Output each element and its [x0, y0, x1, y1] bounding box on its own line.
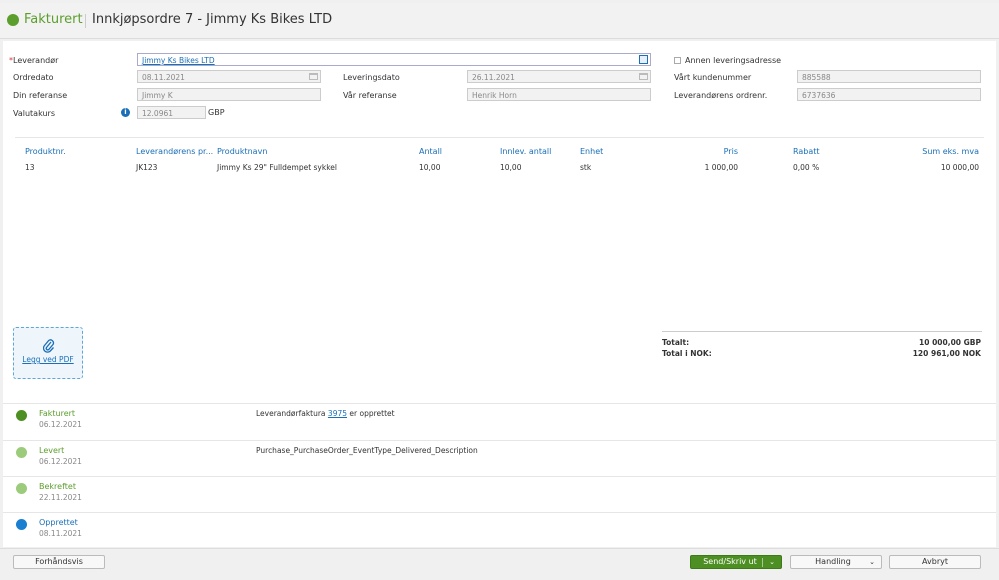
supplier-label: *Leverandør — [9, 56, 59, 65]
other-address-checkbox[interactable] — [674, 57, 681, 64]
your-ref-value: Jimmy K — [142, 91, 173, 100]
col-header-price[interactable]: Pris — [663, 147, 738, 156]
col-header-discount[interactable]: Rabatt — [793, 147, 820, 156]
event-date: 06.12.2021 — [39, 420, 82, 429]
event-date: 06.12.2021 — [39, 457, 82, 466]
event-date: 08.11.2021 — [39, 529, 82, 538]
cell-received-quantity[interactable]: 10,00 — [500, 163, 521, 172]
attach-pdf-link[interactable]: Legg ved PDF — [14, 355, 82, 364]
supplier-link[interactable]: Jimmy Ks Bikes LTD — [142, 56, 215, 65]
page-title: Innkjøpsordre 7 - Jimmy Ks Bikes LTD — [92, 12, 333, 27]
paperclip-icon — [42, 339, 55, 356]
info-icon[interactable]: i — [121, 108, 130, 117]
cell-discount[interactable]: 0,00 % — [793, 163, 819, 172]
customer-no-label: Vårt kundenummer — [674, 73, 752, 82]
lookup-icon[interactable] — [639, 55, 648, 64]
col-header-product-name[interactable]: Produktnavn — [217, 147, 267, 156]
status-dot-icon — [16, 410, 27, 421]
cell-unit[interactable]: stk — [580, 163, 591, 172]
section-divider — [15, 137, 984, 138]
event-name: Fakturert — [39, 409, 76, 418]
currency-code: GBP — [208, 108, 225, 117]
your-ref-label: Din referanse — [13, 91, 68, 100]
send-print-label: Send/Skriv ut — [703, 557, 757, 566]
action-label: Handling — [815, 557, 851, 566]
your-ref-field[interactable]: Jimmy K — [137, 88, 321, 101]
timeline-event: Bekreftet 22.11.2021 — [3, 476, 996, 512]
action-footer: Forhåndsvis Send/Skriv ut ⌄ Handling ⌄ A… — [0, 548, 999, 580]
col-header-sum[interactable]: Sum eks. mva — [883, 147, 979, 156]
delivery-date-label: Leveringsdato — [343, 73, 400, 82]
send-print-button[interactable]: Send/Skriv ut ⌄ — [690, 555, 782, 569]
delivery-date-value: 26.11.2021 — [472, 73, 515, 82]
currency-rate-value: 12.0961 — [142, 109, 174, 118]
event-date: 22.11.2021 — [39, 493, 82, 502]
total-nok-value: 120 961,00 NOK — [912, 349, 981, 358]
supplier-order-no-field[interactable]: 6737636 — [797, 88, 981, 101]
col-header-received-quantity[interactable]: Innlev. antall — [500, 147, 551, 156]
status-label: Fakturert — [24, 12, 83, 27]
cell-sum[interactable]: 10 000,00 — [883, 163, 979, 172]
our-ref-label: Vår referanse — [343, 91, 397, 100]
col-header-product-no[interactable]: Produktnr. — [25, 147, 66, 156]
supplier-order-no-value: 6737636 — [802, 91, 836, 100]
cell-price[interactable]: 1 000,00 — [663, 163, 738, 172]
total-label: Totalt: — [662, 338, 690, 347]
order-date-field[interactable]: 08.11.2021 — [137, 70, 321, 83]
supplier-order-no-label: Leverandørens ordrenr. — [674, 91, 768, 100]
status-indicator-icon — [7, 14, 19, 26]
action-dropdown-button[interactable]: Handling ⌄ — [790, 555, 882, 569]
event-description: Purchase_PurchaseOrder_EventType_Deliver… — [256, 446, 478, 455]
chevron-down-icon[interactable]: ⌄ — [769, 556, 775, 568]
invoice-link[interactable]: 3975 — [328, 409, 347, 418]
our-ref-value: Henrik Horn — [472, 91, 517, 100]
cell-quantity[interactable]: 10,00 — [419, 163, 440, 172]
status-dot-icon — [16, 519, 27, 530]
event-description: Leverandørfaktura 3975 er opprettet — [256, 409, 395, 418]
status-dot-icon — [16, 447, 27, 458]
chevron-down-icon: ⌄ — [869, 558, 875, 566]
totals-divider — [662, 331, 982, 332]
customer-no-field[interactable]: 885588 — [797, 70, 981, 83]
page-header: Fakturert Innkjøpsordre 7 - Jimmy Ks Bik… — [0, 3, 999, 39]
currency-rate-label: Valutakurs — [13, 109, 55, 118]
timeline-event: Opprettet 08.11.2021 — [3, 512, 996, 548]
cell-supplier-product[interactable]: JK123 — [136, 163, 157, 172]
order-panel: *Leverandør Jimmy Ks Bikes LTD Annen lev… — [3, 41, 996, 403]
col-header-quantity[interactable]: Antall — [419, 147, 442, 156]
col-header-supplier-product[interactable]: Leverandørens pr... — [136, 147, 213, 156]
cell-product-no[interactable]: 13 — [25, 163, 35, 172]
attach-pdf-dropzone[interactable]: Legg ved PDF — [13, 327, 83, 379]
order-date-value: 08.11.2021 — [142, 73, 185, 82]
event-name: Levert — [39, 446, 65, 455]
customer-no-value: 885588 — [802, 73, 831, 82]
status-dot-icon — [16, 483, 27, 494]
timeline-event: Fakturert 06.12.2021 Leverandørfaktura 3… — [3, 403, 996, 439]
event-name: Bekreftet — [39, 482, 76, 491]
currency-rate-field[interactable]: 12.0961 — [137, 106, 206, 119]
order-date-label: Ordredato — [13, 73, 54, 82]
col-header-unit[interactable]: Enhet — [580, 147, 603, 156]
event-name: Opprettet — [39, 518, 78, 527]
cancel-button[interactable]: Avbryt — [889, 555, 981, 569]
total-value: 10 000,00 GBP — [919, 338, 981, 347]
button-separator — [762, 558, 763, 567]
calendar-icon[interactable] — [309, 73, 318, 80]
preview-button[interactable]: Forhåndsvis — [13, 555, 105, 569]
timeline-event: Levert 06.12.2021 Purchase_PurchaseOrder… — [3, 440, 996, 476]
delivery-date-field[interactable]: 26.11.2021 — [467, 70, 651, 83]
event-timeline: Fakturert 06.12.2021 Leverandørfaktura 3… — [3, 403, 996, 547]
title-divider — [85, 14, 86, 28]
total-nok-label: Total i NOK: — [662, 349, 712, 358]
our-ref-field[interactable]: Henrik Horn — [467, 88, 651, 101]
other-address-label: Annen leveringsadresse — [685, 56, 782, 65]
calendar-icon[interactable] — [639, 73, 648, 80]
cell-product-name[interactable]: Jimmy Ks 29" Fulldempet sykkel — [217, 163, 337, 172]
supplier-field[interactable]: Jimmy Ks Bikes LTD — [137, 53, 651, 66]
